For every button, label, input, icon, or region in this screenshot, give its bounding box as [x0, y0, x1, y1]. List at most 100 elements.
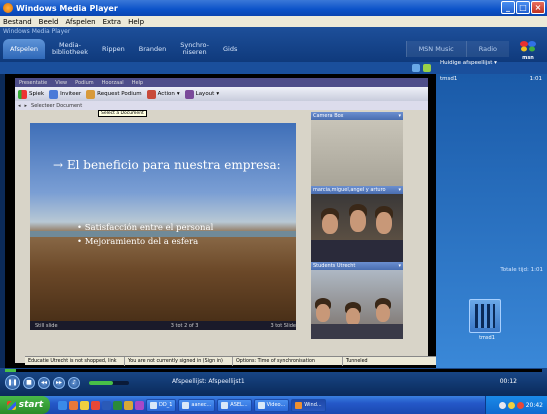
playlist-dropdown[interactable]: Huidige afspeellijst ▾ [440, 60, 497, 66]
slide-title: → El beneficio para nuestra empresa: [53, 158, 281, 172]
outlook-icon[interactable] [124, 400, 133, 410]
chevron-down-icon: ▾ [398, 263, 401, 269]
back-icon[interactable]: ◂ [18, 103, 21, 109]
webcam-feed [311, 194, 403, 262]
film-icon [475, 304, 495, 328]
chevron-down-icon: ▾ [176, 91, 180, 97]
explorer-icon[interactable] [80, 400, 89, 410]
excel-icon[interactable] [113, 400, 122, 410]
msn-label: msn [522, 55, 534, 61]
tab-guide[interactable]: Gids [216, 39, 244, 59]
tab-burn[interactable]: Branden [132, 39, 173, 59]
tab-now-playing[interactable]: Afspelen [3, 39, 45, 59]
seek-bar[interactable] [5, 369, 542, 372]
start-button[interactable]: start [0, 396, 50, 414]
video-pane[interactable]: Presentatie View Podium Hoorzaal Help Sp… [5, 74, 438, 368]
media-thumbnail[interactable]: tmsd1 [469, 299, 505, 341]
mute-button[interactable]: ♪ [68, 376, 80, 389]
select-document-dropdown[interactable]: Selecteer Document [31, 103, 82, 109]
menu-help[interactable]: Help [128, 18, 144, 26]
window-controls: _ □ × [501, 1, 545, 14]
word-icon[interactable] [102, 400, 111, 410]
slide-count: 3 tot Slide [270, 322, 296, 329]
slide-bullet: Satisfacción entre el personal [77, 221, 214, 235]
menu-play[interactable]: Afspelen [65, 18, 95, 26]
tab-msn-music[interactable]: MSN Music [405, 41, 466, 57]
firefox-icon[interactable] [69, 400, 78, 410]
chevron-down-icon: ▾ [494, 60, 497, 66]
playlist-pane: Huidige afspeellijst ▾ tmsd1 1:01 Totale… [436, 60, 547, 368]
presentation-slide: → El beneficio para nuestra empresa: Sat… [30, 123, 296, 321]
cam-header[interactable]: Students Utrecht ▾ [311, 262, 403, 270]
conf-menu-podium[interactable]: Podium [75, 80, 94, 86]
volume-level [89, 380, 113, 385]
app-icon[interactable] [135, 400, 144, 410]
volume-icon[interactable] [507, 401, 515, 409]
window-title: Windows Media Player [16, 3, 118, 13]
pause-button[interactable]: ❚❚ [5, 375, 20, 390]
conference-status-bar: Educatie Utrecht is not shopped, link Yo… [25, 356, 438, 366]
conference-app-window: Presentatie View Podium Hoorzaal Help Sp… [15, 78, 438, 366]
taskbar-item[interactable]: DD_1 [146, 398, 177, 412]
conference-toolbar: Spiek Inviteer Request Podium Action ▾ L… [15, 87, 428, 101]
cam-header[interactable]: Camera Box ▾ [311, 112, 403, 120]
folder-icon [150, 401, 157, 409]
next-button[interactable]: ▸▸ [53, 376, 65, 389]
sign-in-status[interactable]: You are not currently signed in (Sign in… [125, 356, 233, 366]
playlist-item[interactable]: tmsd1 1:01 [440, 76, 542, 82]
tooltip: Select a Document [98, 110, 147, 117]
title-bar[interactable]: Windows Media Player _ □ × [0, 0, 547, 16]
player-controls: ❚❚ ■ ◂◂ ▸▸ ♪ Afspeellijst: Afspeellijst1… [0, 368, 547, 396]
taskbar-item[interactable]: aanec... [178, 398, 216, 412]
tab-sync[interactable]: Synchro- niseren [173, 39, 216, 59]
transport-buttons: ❚❚ ■ ◂◂ ▸▸ ♪ [5, 375, 129, 390]
invite-button[interactable]: Inviteer [49, 89, 81, 99]
tab-radio[interactable]: Radio [465, 41, 509, 57]
document-toolbar: ◂ ▸ Selecteer Document [15, 101, 428, 110]
minimize-button[interactable]: _ [501, 1, 515, 14]
windows-logo-icon [6, 400, 16, 410]
taskbar-item[interactable]: Video... [253, 398, 290, 412]
stop-button[interactable]: ■ [23, 376, 35, 389]
network-icon[interactable] [498, 401, 506, 409]
clock: 20:42 [525, 401, 543, 409]
security-icon[interactable] [516, 401, 524, 409]
conf-menu-help[interactable]: Help [132, 80, 143, 86]
action-menu-button[interactable]: Action ▾ [146, 89, 180, 99]
menu-view[interactable]: Beeld [39, 18, 59, 26]
cam-header[interactable]: marcia,miguel,angel y arturo ▾ [311, 186, 403, 194]
speak-button[interactable]: Spiek [18, 89, 44, 99]
quick-launch [58, 400, 144, 410]
layout-menu-button[interactable]: Layout ▾ [184, 89, 220, 99]
conf-menu-presentation[interactable]: Presentatie [19, 80, 47, 86]
msn-logo[interactable]: msn [517, 40, 539, 61]
chevron-down-icon: ▾ [216, 91, 220, 97]
close-button[interactable]: × [531, 1, 545, 14]
video-icon [257, 401, 265, 409]
media-player-icon [3, 3, 13, 13]
menu-tools[interactable]: Extra [103, 18, 121, 26]
previous-button[interactable]: ◂◂ [38, 376, 50, 389]
tab-rip[interactable]: Rippen [95, 39, 132, 59]
layout-icon [184, 89, 194, 99]
total-time: Totale tijd: 1:01 [500, 267, 543, 273]
webcam-feed [311, 270, 403, 339]
online-tabs: MSN Music Radio [405, 41, 509, 57]
tab-library[interactable]: Media- bibliotheek [45, 39, 95, 59]
volume-slider[interactable] [89, 380, 129, 385]
taskbar-item-active[interactable]: Wind... [291, 398, 326, 412]
menu-file[interactable]: Bestand [3, 18, 32, 26]
shuffle-icon[interactable] [423, 64, 431, 72]
media-icon[interactable] [91, 400, 100, 410]
request-podium-button[interactable]: Request Podium [86, 89, 142, 99]
ie-icon[interactable] [58, 400, 67, 410]
maximize-button[interactable]: □ [516, 1, 530, 14]
conf-menu-hall[interactable]: Hoorzaal [102, 80, 124, 86]
feature-tabs: Afspelen Media- bibliotheek Rippen Brand… [3, 39, 244, 59]
window-icon [221, 401, 229, 409]
volume-meter-icon [18, 89, 27, 99]
taskbar-item[interactable]: ASEL... [217, 398, 252, 412]
forward-icon[interactable]: ▸ [25, 103, 28, 109]
playlist-toggle-icon[interactable] [412, 64, 420, 72]
conf-menu-view[interactable]: View [55, 80, 67, 86]
